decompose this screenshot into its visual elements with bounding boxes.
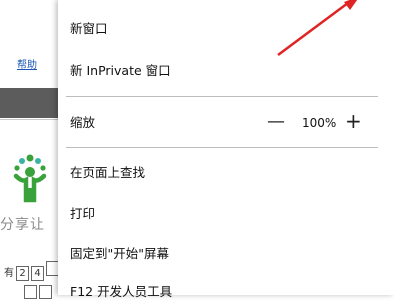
annotation-arrow-icon <box>277 0 358 57</box>
